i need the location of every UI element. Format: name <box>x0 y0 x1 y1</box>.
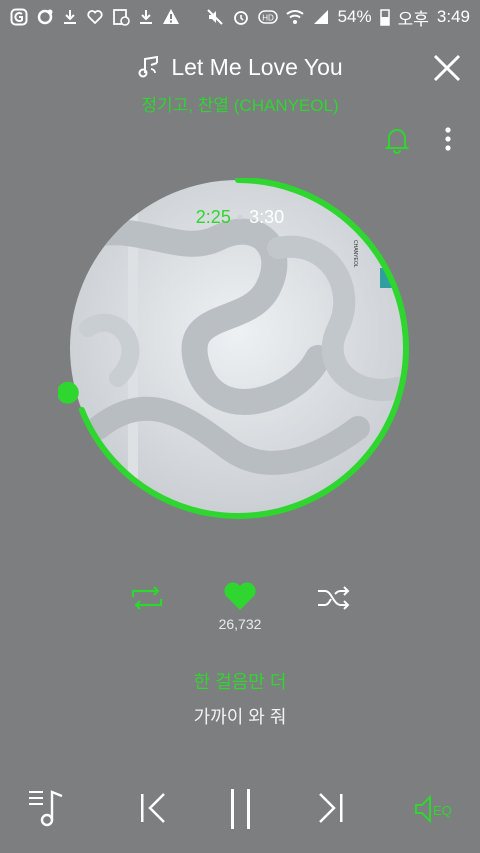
artist-name[interactable]: 정기고, 찬열 (CHANYEOL) <box>0 91 480 116</box>
pause-button[interactable] <box>228 788 254 835</box>
svg-text:HD: HD <box>262 14 274 23</box>
bell-icon <box>384 129 410 154</box>
playback-options <box>0 578 480 620</box>
status-right: HD 54% 오후 3:49 <box>206 5 470 30</box>
transport-controls: EQ <box>0 784 480 834</box>
repeat-button[interactable] <box>130 585 164 616</box>
album-disc[interactable]: CHANYEOL <box>56 177 418 538</box>
album-art-text: CHANYEOL <box>352 240 358 268</box>
download-icon <box>62 8 78 26</box>
eq-button[interactable]: EQ <box>414 794 460 829</box>
calendar-clock-icon <box>112 8 130 26</box>
time-display: 2:25 • 3:30 <box>0 207 480 228</box>
clock-time: 3:49 <box>436 7 470 26</box>
battery-icon <box>379 8 390 26</box>
playlist-icon <box>29 790 63 827</box>
battery-text: 54% <box>337 7 372 26</box>
next-button[interactable] <box>316 792 346 829</box>
close-button[interactable] <box>432 53 462 83</box>
warning-icon <box>162 8 180 26</box>
hd-icon: HD <box>257 8 278 26</box>
lyric-next[interactable]: 가까이 와 줘 <box>0 703 480 729</box>
pause-icon <box>231 789 250 829</box>
like-button[interactable] <box>222 580 258 617</box>
signal-icon <box>312 8 330 26</box>
eq-icon: EQ <box>415 794 452 824</box>
status-bar: HD 54% 오후 3:49 <box>0 0 480 34</box>
more-menu-button[interactable] <box>440 126 456 159</box>
status-left <box>10 8 180 26</box>
previous-button[interactable] <box>138 792 168 829</box>
app-g-icon <box>10 8 28 26</box>
close-icon <box>433 54 461 82</box>
current-time: 2:25 <box>195 207 231 227</box>
heart-icon <box>224 582 256 610</box>
next-icon <box>319 793 343 823</box>
clock-ampm: 오후 <box>397 9 429 29</box>
heart-outline-icon <box>86 8 104 26</box>
player-header: Let Me Love You <box>0 50 480 84</box>
shuffle-icon <box>318 586 350 610</box>
repeat-icon <box>131 586 163 610</box>
like-count: 26,732 <box>218 616 262 632</box>
alarm-icon <box>232 8 250 26</box>
lyric-current[interactable]: 한 걸음만 더 <box>0 668 480 694</box>
download-icon-2 <box>138 8 154 26</box>
shuffle-button[interactable] <box>316 585 352 616</box>
notification-button[interactable] <box>384 126 410 159</box>
song-title: Let Me Love You <box>171 53 343 80</box>
total-time: 3:30 <box>249 207 285 227</box>
more-vertical-icon <box>445 127 451 151</box>
music-note-icon <box>137 54 163 80</box>
sync-icon <box>36 8 54 26</box>
time-separator: • <box>236 207 244 227</box>
wifi-icon <box>285 8 304 26</box>
eq-label: EQ <box>433 803 452 818</box>
previous-icon <box>141 793 165 823</box>
playlist-button[interactable] <box>28 786 68 835</box>
mute-icon <box>206 8 224 26</box>
